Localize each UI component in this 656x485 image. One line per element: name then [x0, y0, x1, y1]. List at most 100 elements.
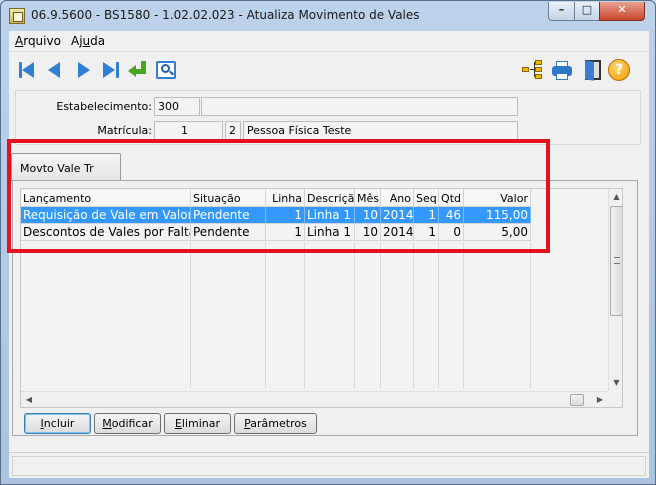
- horizontal-scroll-thumb[interactable]: [570, 394, 584, 406]
- estabelecimento-desc-field: [201, 97, 518, 116]
- cell-valor: 5,00: [464, 224, 531, 241]
- help-glyph: ?: [608, 59, 630, 81]
- column-header-seq[interactable]: Seq: [414, 189, 439, 207]
- cell-mes: 10: [355, 224, 381, 241]
- grid-header: Lançamento Situação Linha Descrição Mês …: [21, 189, 611, 207]
- close-icon: ✕: [617, 3, 627, 16]
- menu-ajuda-mnemonic: u: [82, 34, 91, 48]
- scroll-up-icon[interactable]: ▲: [609, 189, 622, 205]
- last-record-icon[interactable]: [100, 59, 122, 81]
- parametros-label: arâmetros: [250, 417, 307, 430]
- next-record-icon[interactable]: [73, 59, 95, 81]
- grid-column-line: [413, 242, 414, 388]
- cell-seq: 1: [414, 224, 439, 241]
- grid-column-line: [438, 242, 439, 388]
- cell-valor: 115,00: [464, 207, 531, 224]
- help-icon[interactable]: ?: [608, 59, 630, 81]
- scroll-down-icon[interactable]: ▼: [609, 375, 622, 391]
- column-header-ano[interactable]: Ano: [381, 189, 414, 207]
- estabelecimento-code-field[interactable]: 300: [154, 97, 200, 116]
- grid-column-line: [530, 242, 531, 388]
- table-row[interactable]: Descontos de Vales por Falta Pendente 1 …: [21, 224, 611, 241]
- incluir-label: ncluir: [43, 417, 75, 430]
- eliminar-mnemonic: E: [174, 417, 182, 430]
- cell-linha: 1: [266, 207, 305, 224]
- column-header-qtd[interactable]: Qtd: [439, 189, 464, 207]
- modificar-mnemonic: M: [102, 417, 112, 430]
- menu-arquivo-label: rquivo: [23, 34, 61, 48]
- modificar-button[interactable]: Modificar: [94, 413, 161, 434]
- cell-situacao: Pendente: [191, 224, 266, 241]
- table-row[interactable]: Requisição de Vale em Valor Pendente 1 L…: [21, 207, 611, 224]
- matricula-name-field: Pessoa Física Teste: [243, 121, 518, 140]
- estabelecimento-label: Estabelecimento:: [56, 100, 152, 113]
- menu-ajuda-label-end: da: [90, 34, 106, 48]
- cell-ano: 2014: [381, 207, 414, 224]
- scroll-right-icon[interactable]: ▶: [592, 392, 608, 407]
- cell-situacao: Pendente: [191, 207, 266, 224]
- column-header-mes[interactable]: Mês: [355, 189, 381, 207]
- cell-qtd: 0: [439, 224, 464, 241]
- title-bar[interactable]: 06.9.5600 - BS1580 - 1.02.02.023 - Atual…: [1, 1, 655, 31]
- cell-ano: 2014: [381, 224, 414, 241]
- menu-arquivo-mnemonic: A: [15, 34, 24, 48]
- status-panel: [12, 456, 646, 476]
- movements-grid[interactable]: Lançamento Situação Linha Descrição Mês …: [20, 188, 623, 408]
- parametros-button[interactable]: Parâmetros: [234, 413, 317, 434]
- minimize-icon: –: [558, 3, 565, 16]
- first-record-icon[interactable]: [16, 59, 38, 81]
- hierarchy-icon[interactable]: [522, 59, 544, 81]
- window-title: 06.9.5600 - BS1580 - 1.02.02.023 - Atual…: [31, 8, 420, 22]
- exit-door-icon[interactable]: [582, 59, 604, 81]
- cell-seq: 1: [414, 207, 439, 224]
- scrollbar-corner: [608, 391, 622, 407]
- cell-qtd: 46: [439, 207, 464, 224]
- cell-descricao: Linha 1: [305, 207, 355, 224]
- close-button[interactable]: ✕: [599, 2, 645, 21]
- column-header-situacao[interactable]: Situação: [191, 189, 266, 207]
- matricula-label: Matrícula:: [97, 124, 152, 137]
- scroll-left-icon[interactable]: ◀: [21, 392, 37, 407]
- cell-descricao: Linha 1: [305, 224, 355, 241]
- printer-icon[interactable]: [551, 59, 573, 81]
- grid-column-line: [463, 242, 464, 388]
- minimize-button[interactable]: –: [548, 2, 575, 21]
- grid-column-line: [304, 242, 305, 388]
- cell-lancamento: Descontos de Vales por Falta: [21, 224, 191, 241]
- main-content: Estabelecimento: 300 Matrícula: 1 2 Pess…: [9, 87, 649, 452]
- cell-linha: 1: [266, 224, 305, 241]
- eliminar-label: liminar: [181, 417, 221, 430]
- cell-lancamento: Requisição de Vale em Valor: [21, 207, 191, 224]
- grid-column-line: [190, 242, 191, 388]
- incluir-button[interactable]: Incluir: [24, 413, 91, 434]
- matricula-digit-field: 2: [225, 121, 241, 140]
- horizontal-scrollbar[interactable]: ◀ ▶: [21, 391, 608, 407]
- previous-record-icon[interactable]: [43, 59, 65, 81]
- status-bar: [9, 452, 649, 478]
- grid-column-line: [265, 242, 266, 388]
- column-header-descricao[interactable]: Descrição: [305, 189, 355, 207]
- maximize-button[interactable]: □: [574, 2, 600, 21]
- app-icon: [9, 8, 25, 24]
- menu-bar: Arquivo Ajuda: [9, 31, 649, 51]
- app-window: 06.9.5600 - BS1580 - 1.02.02.023 - Atual…: [0, 0, 656, 485]
- enter-icon[interactable]: [128, 59, 150, 81]
- tab-movto-vale-tr[interactable]: Movto Vale Tr: [11, 153, 121, 181]
- search-icon[interactable]: [155, 59, 177, 81]
- grid-column-line: [354, 242, 355, 388]
- toolbar: ?: [9, 51, 649, 87]
- menu-arquivo[interactable]: Arquivo: [15, 34, 61, 48]
- menu-ajuda[interactable]: Ajuda: [71, 34, 105, 48]
- cell-mes: 10: [355, 207, 381, 224]
- vertical-scrollbar[interactable]: ▲ ▼: [608, 189, 622, 391]
- grid-column-line: [380, 242, 381, 388]
- modificar-label: odificar: [111, 417, 153, 430]
- column-header-linha[interactable]: Linha: [266, 189, 305, 207]
- vertical-scroll-thumb[interactable]: [610, 206, 622, 316]
- eliminar-button[interactable]: Eliminar: [164, 413, 231, 434]
- maximize-icon: □: [581, 3, 593, 16]
- column-header-valor[interactable]: Valor: [464, 189, 531, 207]
- matricula-number-field[interactable]: 1: [154, 121, 223, 140]
- column-header-lancamento[interactable]: Lançamento: [21, 189, 191, 207]
- menu-ajuda-label-start: Aj: [71, 34, 83, 48]
